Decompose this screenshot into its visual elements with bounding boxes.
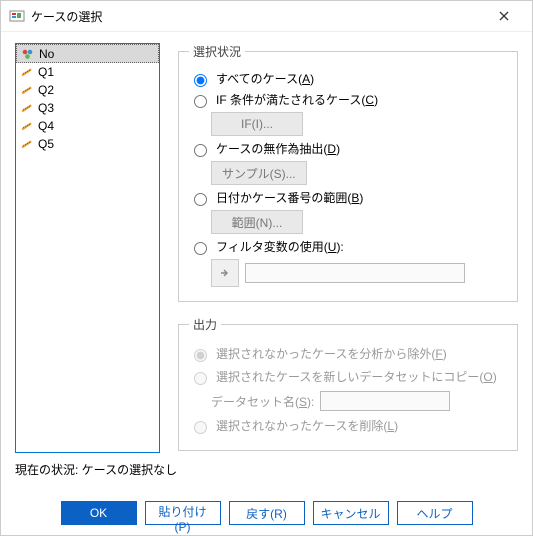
variable-list[interactable]: No Q1 Q2 Q3 Q4 Q5 <box>15 43 160 453</box>
label-dataset-name: データセット名(S): <box>211 393 314 410</box>
status-text: 現在の状況: ケースの選択なし <box>15 461 518 478</box>
variable-label: Q1 <box>38 65 54 79</box>
variable-item-q3[interactable]: Q3 <box>16 99 159 117</box>
radio-delete[interactable] <box>194 421 207 434</box>
label-all-cases: すべてのケース(A) <box>216 70 314 87</box>
radio-if-condition[interactable] <box>194 95 207 108</box>
app-icon <box>9 8 25 24</box>
scale-icon <box>20 119 34 133</box>
label-random-sample: ケースの無作為抽出(D) <box>216 140 340 157</box>
radio-copy-dataset[interactable] <box>194 372 207 385</box>
variable-item-q1[interactable]: Q1 <box>16 63 159 81</box>
radio-filter-var[interactable] <box>194 242 207 255</box>
variable-label: Q4 <box>38 119 54 133</box>
variable-item-q2[interactable]: Q2 <box>16 81 159 99</box>
output-group: 出力 選択されなかったケースを分析から除外(F) 選択されたケースを新しいデータ… <box>178 316 518 451</box>
ok-button[interactable]: OK <box>61 501 137 525</box>
variable-item-no[interactable]: No <box>16 44 159 63</box>
variable-label: No <box>39 47 54 61</box>
paste-button[interactable]: 貼り付け(P) <box>145 501 221 525</box>
label-copy-dataset: 選択されたケースを新しいデータセットにコピー(O) <box>216 368 497 385</box>
nominal-icon <box>21 47 35 61</box>
radio-all-cases[interactable] <box>194 74 207 87</box>
client-area: No Q1 Q2 Q3 Q4 Q5 選択状況 すべてのケース(A) IF 条件が満たされる… <box>1 31 532 535</box>
scale-icon <box>20 101 34 115</box>
label-filter-var: フィルタ変数の使用(U): <box>216 238 344 255</box>
output-legend: 出力 <box>189 316 221 333</box>
radio-exclude[interactable] <box>194 349 207 362</box>
window-title: ケースの選択 <box>31 8 484 25</box>
if-button[interactable]: IF(I)... <box>211 112 303 136</box>
label-delete: 選択されなかったケースを削除(L) <box>216 417 398 434</box>
close-button[interactable] <box>484 2 524 30</box>
label-if-condition: IF 条件が満たされるケース(C) <box>216 91 378 108</box>
help-button[interactable]: ヘルプ <box>397 501 473 525</box>
filter-variable-field[interactable] <box>245 263 465 283</box>
variable-item-q4[interactable]: Q4 <box>16 117 159 135</box>
title-bar: ケースの選択 <box>1 1 532 32</box>
selection-legend: 選択状況 <box>189 43 245 60</box>
scale-icon <box>20 83 34 97</box>
reset-button[interactable]: 戻す(R) <box>229 501 305 525</box>
sample-button[interactable]: サンプル(S)... <box>211 161 307 185</box>
button-bar: OK 貼り付け(P) 戻す(R) キャンセル ヘルプ <box>1 501 532 525</box>
dialog-window: ケースの選択 No Q1 Q2 Q3 Q4 Q5 選択状況 すべてのケース(A) IF 条… <box>0 0 533 536</box>
variable-item-q5[interactable]: Q5 <box>16 135 159 153</box>
dataset-name-field[interactable] <box>320 391 450 411</box>
label-exclude: 選択されなかったケースを分析から除外(F) <box>216 345 447 362</box>
range-button[interactable]: 範囲(N)... <box>211 210 303 234</box>
radio-range[interactable] <box>194 193 207 206</box>
variable-label: Q3 <box>38 101 54 115</box>
selection-group: 選択状況 すべてのケース(A) IF 条件が満たされるケース(C) IF(I).… <box>178 43 518 302</box>
scale-icon <box>20 137 34 151</box>
cancel-button[interactable]: キャンセル <box>313 501 389 525</box>
radio-random-sample[interactable] <box>194 144 207 157</box>
move-variable-button[interactable] <box>211 259 239 287</box>
variable-label: Q5 <box>38 137 54 151</box>
label-range: 日付かケース番号の範囲(B) <box>216 189 363 206</box>
variable-label: Q2 <box>38 83 54 97</box>
scale-icon <box>20 65 34 79</box>
